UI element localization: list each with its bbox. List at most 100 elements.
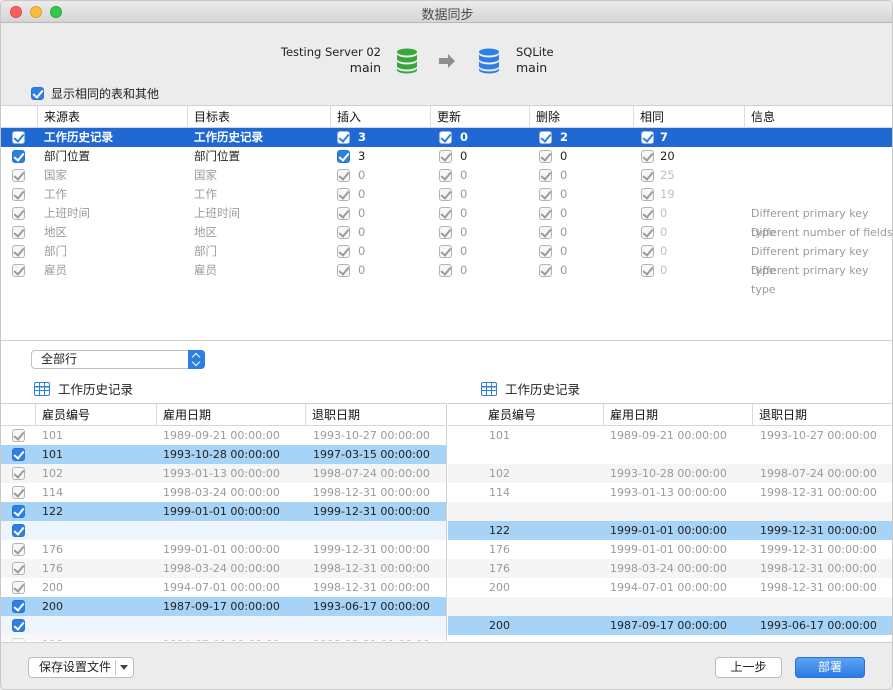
update-checkbox[interactable] xyxy=(439,188,452,201)
record-checkbox[interactable] xyxy=(12,429,25,442)
header-leave-date[interactable]: 退职日期 xyxy=(305,404,446,426)
table-row[interactable]: 101 1993-10-28 00:00:00 1997-03-15 00:00:0… xyxy=(1,445,446,464)
table-row[interactable] xyxy=(448,635,892,641)
header-same[interactable]: 相同 xyxy=(633,106,744,128)
record-checkbox[interactable] xyxy=(12,619,25,632)
table-row[interactable] xyxy=(448,502,892,521)
show-same-toggle[interactable]: 显示相同的表和其他 xyxy=(31,85,159,102)
header-employee-id[interactable]: 雇员编号 xyxy=(35,404,156,426)
table-row[interactable]: 102 1993-10-28 00:00:00 1998-07-24 00:00:0… xyxy=(448,464,892,483)
table-row[interactable]: 101 1989-09-21 00:00:00 1993-10-27 00:00:0… xyxy=(1,426,446,445)
record-checkbox[interactable] xyxy=(12,600,25,613)
record-checkbox[interactable] xyxy=(12,524,25,537)
same-checkbox[interactable] xyxy=(641,150,654,163)
table-row[interactable]: 部门 部门 0 0 0 0 Different primary key type xyxy=(1,242,892,277)
table-row[interactable] xyxy=(448,597,892,616)
header-hire-date[interactable]: 雇用日期 xyxy=(603,404,752,426)
row-include-checkbox[interactable] xyxy=(12,188,25,201)
delete-checkbox[interactable] xyxy=(539,150,552,163)
table-row[interactable]: 工作 工作 0 0 0 19 xyxy=(1,185,892,204)
delete-checkbox[interactable] xyxy=(539,131,552,144)
table-row[interactable] xyxy=(1,521,446,540)
table-row[interactable]: 114 1993-01-13 00:00:00 1998-12-31 00:00:0… xyxy=(448,483,892,502)
insert-checkbox[interactable] xyxy=(337,131,350,144)
table-row[interactable]: 200 1987-09-17 00:00:00 1993-06-17 00:00:0… xyxy=(1,597,446,616)
same-checkbox[interactable] xyxy=(641,226,654,239)
row-include-checkbox[interactable] xyxy=(12,226,25,239)
same-checkbox[interactable] xyxy=(641,207,654,220)
table-row[interactable]: 176 1999-01-01 00:00:00 1999-12-31 00:00:0… xyxy=(448,540,892,559)
chevron-down-icon[interactable] xyxy=(120,665,128,670)
header-update[interactable]: 更新 xyxy=(430,106,529,128)
insert-checkbox[interactable] xyxy=(337,226,350,239)
same-checkbox[interactable] xyxy=(641,245,654,258)
header-delete[interactable]: 删除 xyxy=(529,106,633,128)
table-row[interactable]: 110 1994-07-01 00:00:00 1998-12-31 00:00:0… xyxy=(1,635,446,641)
delete-checkbox[interactable] xyxy=(539,207,552,220)
save-profile-button[interactable]: 保存设置文件 xyxy=(28,657,134,678)
row-include-checkbox[interactable] xyxy=(12,131,25,144)
table-row[interactable]: 122 1999-01-01 00:00:00 1999-12-31 00:00:0… xyxy=(1,502,446,521)
back-button[interactable]: 上一步 xyxy=(715,657,782,678)
same-checkbox[interactable] xyxy=(641,131,654,144)
delete-checkbox[interactable] xyxy=(539,264,552,277)
table-row[interactable]: 国家 国家 0 0 0 25 xyxy=(1,166,892,185)
header-leave-date[interactable]: 退职日期 xyxy=(752,404,892,426)
record-checkbox[interactable] xyxy=(12,581,25,594)
header-insert[interactable]: 插入 xyxy=(330,106,430,128)
row-include-checkbox[interactable] xyxy=(12,245,25,258)
update-checkbox[interactable] xyxy=(439,264,452,277)
table-row[interactable]: 176 1999-01-01 00:00:00 1999-12-31 00:00:0… xyxy=(1,540,446,559)
insert-checkbox[interactable] xyxy=(337,188,350,201)
insert-checkbox[interactable] xyxy=(337,264,350,277)
table-row[interactable]: 雇员 雇员 0 0 0 0 Different primary key type xyxy=(1,261,892,296)
table-row[interactable] xyxy=(1,616,446,635)
record-checkbox[interactable] xyxy=(12,467,25,480)
table-row[interactable]: 122 1999-01-01 00:00:00 1999-12-31 00:00:0… xyxy=(448,521,892,540)
record-checkbox[interactable] xyxy=(12,505,25,518)
record-checkbox[interactable] xyxy=(12,543,25,556)
delete-checkbox[interactable] xyxy=(539,169,552,182)
record-checkbox[interactable] xyxy=(12,448,25,461)
table-row[interactable]: 176 1998-03-24 00:00:00 1998-12-31 00:00:0… xyxy=(448,559,892,578)
table-row[interactable]: 部门位置 部门位置 3 0 0 20 xyxy=(1,147,892,166)
table-row[interactable]: 114 1998-03-24 00:00:00 1998-12-31 00:00:0… xyxy=(1,483,446,502)
table-row[interactable] xyxy=(448,445,892,464)
update-checkbox[interactable] xyxy=(439,150,452,163)
update-checkbox[interactable] xyxy=(439,207,452,220)
show-same-checkbox[interactable] xyxy=(31,87,44,100)
record-checkbox[interactable] xyxy=(12,638,25,641)
table-row[interactable]: 102 1993-01-13 00:00:00 1998-07-24 00:00:0… xyxy=(1,464,446,483)
same-checkbox[interactable] xyxy=(641,169,654,182)
insert-checkbox[interactable] xyxy=(337,207,350,220)
table-row[interactable]: 200 1994-07-01 00:00:00 1998-12-31 00:00:0… xyxy=(1,578,446,597)
same-checkbox[interactable] xyxy=(641,188,654,201)
same-checkbox[interactable] xyxy=(641,264,654,277)
table-row[interactable]: 地区 地区 0 0 0 0 Different number of fields xyxy=(1,223,892,242)
table-row[interactable]: 工作历史记录 工作历史记录 3 0 2 7 xyxy=(1,128,892,147)
table-row[interactable]: 176 1998-03-24 00:00:00 1998-12-31 00:00:0… xyxy=(1,559,446,578)
record-checkbox[interactable] xyxy=(12,562,25,575)
insert-checkbox[interactable] xyxy=(337,169,350,182)
record-checkbox[interactable] xyxy=(12,486,25,499)
header-employee-id[interactable]: 雇员编号 xyxy=(448,404,603,426)
header-source-table[interactable]: 来源表 xyxy=(37,106,187,128)
header-target-table[interactable]: 目标表 xyxy=(187,106,330,128)
row-include-checkbox[interactable] xyxy=(12,264,25,277)
header-info[interactable]: 信息 xyxy=(744,106,892,128)
table-row[interactable]: 200 1994-07-01 00:00:00 1998-12-31 00:00:0… xyxy=(448,578,892,597)
update-checkbox[interactable] xyxy=(439,226,452,239)
row-include-checkbox[interactable] xyxy=(12,169,25,182)
row-include-checkbox[interactable] xyxy=(12,150,25,163)
update-checkbox[interactable] xyxy=(439,245,452,258)
table-row[interactable]: 上班时间 上班时间 0 0 0 0 Different primary key type xyxy=(1,204,892,239)
deploy-button[interactable]: 部署 xyxy=(795,657,865,678)
delete-checkbox[interactable] xyxy=(539,188,552,201)
row-include-checkbox[interactable] xyxy=(12,207,25,220)
insert-checkbox[interactable] xyxy=(337,150,350,163)
row-filter-select[interactable]: 全部行 xyxy=(31,350,205,369)
update-checkbox[interactable] xyxy=(439,169,452,182)
table-row[interactable]: 101 1989-09-21 00:00:00 1993-10-27 00:00:0… xyxy=(448,426,892,445)
chevron-updown-icon[interactable] xyxy=(188,350,205,369)
insert-checkbox[interactable] xyxy=(337,245,350,258)
